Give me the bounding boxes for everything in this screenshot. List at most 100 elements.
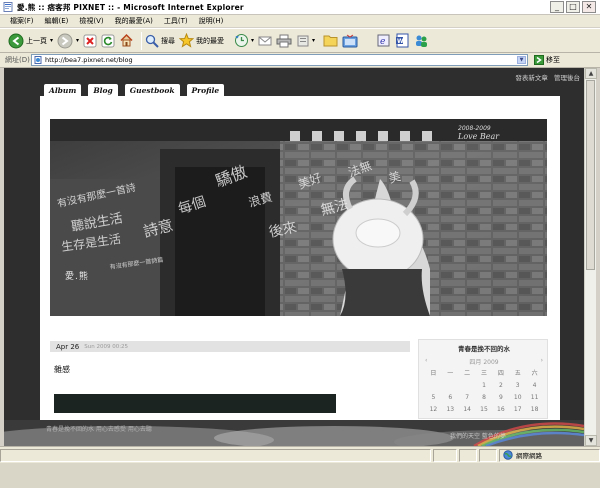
maximize-button[interactable]: □ <box>566 1 580 13</box>
refresh-button[interactable] <box>101 31 115 51</box>
search-button[interactable]: 搜尋 <box>145 31 175 51</box>
post-datetime: Sun 2009 00:25 <box>84 343 129 350</box>
back-button[interactable]: 上一頁 ▾ <box>8 31 53 51</box>
calendar-day[interactable]: 4 <box>526 382 543 389</box>
menu-tools[interactable]: 工具(T) <box>164 16 188 26</box>
scroll-up-arrow-icon[interactable]: ▲ <box>585 68 597 79</box>
calendar-day[interactable]: 13 <box>442 406 459 413</box>
calendar-day[interactable]: 18 <box>526 406 543 413</box>
weekday-label: 二 <box>464 370 471 377</box>
address-input[interactable] <box>45 55 485 65</box>
forward-button[interactable]: ▾ <box>57 31 79 51</box>
calendar-day[interactable]: 7 <box>459 394 476 401</box>
calendar-day[interactable]: 17 <box>509 406 526 413</box>
printer-icon <box>276 34 292 47</box>
forward-dropdown-icon[interactable]: ▾ <box>76 37 79 44</box>
title-bar: 愛.熊 :: 痞客邦 PIXNET :: - Microsoft Interne… <box>0 0 600 15</box>
calendar-prev-button[interactable]: ‹ <box>425 357 427 366</box>
edit-page-icon <box>297 35 309 46</box>
sidebar-calendar-box: 青春是挽不回的水 ‹ 四月 2009 › 日 一 二 三 四 五 六 1 2 3 <box>418 339 548 419</box>
address-bar: 網址(D) ▼ 移至 <box>0 53 600 68</box>
edit-button[interactable]: ▾ <box>296 31 315 51</box>
search-icon <box>145 34 159 48</box>
menu-bar: 檔案(F) 編輯(E) 檢視(V) 我的最愛(A) 工具(T) 說明(H) <box>0 15 600 28</box>
search-label: 搜尋 <box>161 36 176 45</box>
post-title[interactable]: 雜感 <box>54 364 70 375</box>
tab-guestbook[interactable]: Guestbook <box>124 84 180 96</box>
calendar-day[interactable]: 12 <box>425 406 442 413</box>
status-text <box>0 448 431 462</box>
research-icon: e <box>377 34 390 47</box>
calendar-day[interactable]: 9 <box>492 394 509 401</box>
favorites-button[interactable]: 我的最愛 <box>179 31 224 51</box>
calendar-day <box>442 382 459 389</box>
calendar-day[interactable]: 16 <box>492 406 509 413</box>
close-button[interactable]: ✕ <box>582 1 596 13</box>
word-button[interactable]: W <box>395 31 410 51</box>
back-dropdown-icon[interactable]: ▾ <box>50 37 53 44</box>
calendar-day[interactable]: 15 <box>476 406 493 413</box>
history-icon <box>235 34 249 47</box>
page-icon <box>34 56 42 64</box>
globe-icon <box>503 450 513 460</box>
scrollbar-thumb[interactable] <box>586 80 595 270</box>
minimize-button[interactable]: _ <box>550 1 564 13</box>
post-image-block <box>54 394 336 413</box>
research-button[interactable]: e <box>376 31 391 51</box>
menu-help[interactable]: 說明(H) <box>199 16 224 26</box>
mail-icon <box>258 36 272 45</box>
calendar-day[interactable]: 6 <box>442 394 459 401</box>
discuss-button[interactable] <box>414 31 429 51</box>
tab-blog[interactable]: Blog <box>88 84 118 96</box>
back-label: 上一頁 <box>26 36 47 45</box>
calendar-day[interactable]: 2 <box>492 382 509 389</box>
svg-text:W: W <box>397 38 404 45</box>
history-dropdown-icon[interactable]: ▾ <box>251 37 254 44</box>
admin-link[interactable]: 管理後台 <box>554 74 580 82</box>
calendar-day[interactable]: 8 <box>476 394 493 401</box>
calendar-next-button[interactable]: › <box>541 357 543 366</box>
go-button[interactable]: 移至 <box>534 55 560 65</box>
weekday-label: 三 <box>480 370 487 377</box>
stop-button[interactable] <box>83 31 97 51</box>
history-button[interactable]: ▾ <box>234 31 254 51</box>
tab-profile[interactable]: Profile <box>186 84 225 96</box>
messenger-button[interactable] <box>342 31 358 51</box>
calendar-day[interactable]: 10 <box>509 394 526 401</box>
calendar-day[interactable]: 11 <box>526 394 543 401</box>
menu-favorites[interactable]: 我的最愛(A) <box>115 16 153 26</box>
blog-footer-banner: 青春是挽不回的水 用心去感受 用心去聽 我們的天空 藍色的夢 <box>4 420 584 446</box>
calendar-day[interactable]: 1 <box>476 382 493 389</box>
calendar-day[interactable]: 14 <box>459 406 476 413</box>
new-post-link[interactable]: 發表新文章 <box>515 74 548 82</box>
address-label: 網址(D) <box>5 56 30 64</box>
calendar-day[interactable]: 5 <box>425 394 442 401</box>
blog-page: 有沒有那麼一首詩 聽說生活 生存是生活 詩意 每個 驕傲 浪費 後來 美好 無法… <box>40 96 560 420</box>
menu-view[interactable]: 檢視(V) <box>79 16 103 26</box>
banner-blog-name: 愛.熊 <box>65 272 89 282</box>
word-doc-icon: W <box>396 33 409 48</box>
menu-file[interactable]: 檔案(F) <box>10 16 34 26</box>
mail-button[interactable] <box>258 31 272 51</box>
folder-icon <box>323 35 338 47</box>
svg-text:e: e <box>380 37 385 47</box>
edit-dropdown-icon[interactable]: ▾ <box>312 37 315 44</box>
folder-button[interactable] <box>323 31 338 51</box>
scroll-down-arrow-icon[interactable]: ▼ <box>585 435 597 446</box>
print-button[interactable] <box>276 31 292 51</box>
stop-icon <box>83 34 97 47</box>
calendar-day[interactable]: 3 <box>509 382 526 389</box>
address-box[interactable]: ▼ <box>31 54 528 66</box>
post-date-bar: Apr 26 Sun 2009 00:25 <box>50 341 410 352</box>
tab-album[interactable]: Album <box>44 84 82 96</box>
window-title: 愛.熊 :: 痞客邦 PIXNET :: - Microsoft Interne… <box>17 2 244 12</box>
menu-edit[interactable]: 編輯(E) <box>45 16 69 26</box>
footer-text-left: 青春是挽不回的水 用心去感受 用心去聽 <box>46 426 152 433</box>
address-dropdown-icon[interactable]: ▼ <box>517 56 526 64</box>
go-arrow-icon <box>534 55 544 65</box>
banner-date: 2008-2009 Love Bear <box>458 125 500 141</box>
refresh-icon <box>101 34 115 47</box>
vertical-scrollbar[interactable]: ▲ ▼ <box>584 68 597 446</box>
status-pane <box>479 448 497 462</box>
home-button[interactable] <box>119 31 134 51</box>
